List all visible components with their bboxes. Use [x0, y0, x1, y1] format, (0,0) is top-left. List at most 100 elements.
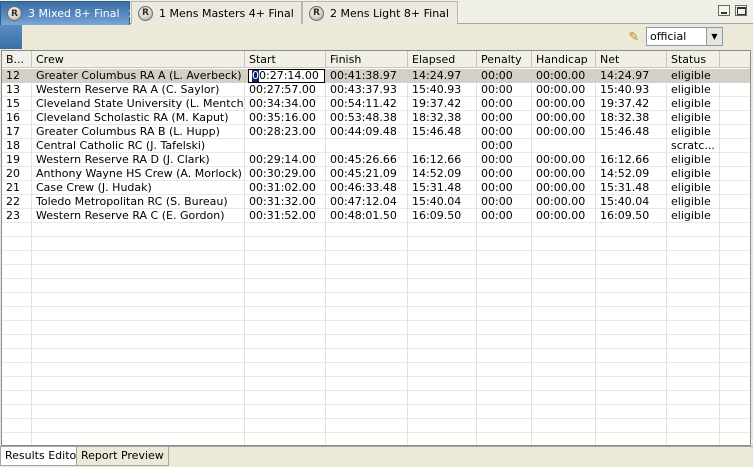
cell-bow[interactable]: 21 [2, 181, 32, 195]
cell-penalty[interactable]: 00:00 [477, 195, 532, 209]
cell-net[interactable]: 14:24.97 [596, 69, 667, 83]
cell-elapsed[interactable]: 16:09.50 [408, 209, 477, 223]
cell-bow[interactable]: 15 [2, 97, 32, 111]
cell-finish[interactable]: 00:47:12.04 [326, 195, 408, 209]
tab-results-editor[interactable]: Results Editor [0, 447, 86, 466]
cell-start[interactable]: 00:31:02.00 [245, 181, 326, 195]
cell-handicap[interactable]: 00:00.00 [532, 181, 596, 195]
column-header-finish[interactable]: Finish [326, 51, 408, 68]
table-row[interactable]: 20 Anthony Wayne HS Crew (A. Morlock) 00:3… [2, 167, 750, 181]
cell-net[interactable]: 19:37.42 [596, 97, 667, 111]
cell-elapsed[interactable]: 15:40.04 [408, 195, 477, 209]
cell-crew[interactable]: Greater Columbus RA A (L. Averbeck) [32, 69, 245, 83]
cell-status[interactable]: eligible [667, 209, 720, 223]
cell-start[interactable]: 00:29:14.00 [245, 153, 326, 167]
cell-crew[interactable]: Toledo Metropolitan RC (S. Bureau) [32, 195, 245, 209]
cell-elapsed[interactable]: 14:24.97 [408, 69, 477, 83]
cell-net[interactable]: 16:09.50 [596, 209, 667, 223]
cell-net[interactable]: 18:32.38 [596, 111, 667, 125]
cell-crew[interactable]: Cleveland Scholastic RA (M. Kaput) [32, 111, 245, 125]
filter-icon[interactable]: ✎ [626, 29, 642, 45]
tab-mens-light-8-final[interactable]: R 2 Mens Light 8+ Final [302, 1, 458, 24]
cell-start[interactable]: 00:31:52.00 [245, 209, 326, 223]
cell-net[interactable]: 15:40.04 [596, 195, 667, 209]
maximize-button[interactable] [735, 5, 747, 16]
cell-crew[interactable]: Western Reserve RA A (C. Saylor) [32, 83, 245, 97]
cell-finish[interactable]: 00:53:48.38 [326, 111, 408, 125]
cell-net[interactable]: 15:31.48 [596, 181, 667, 195]
table-row[interactable]: 13 Western Reserve RA A (C. Saylor) 00:27:… [2, 83, 750, 97]
cell-net[interactable]: 16:12.66 [596, 153, 667, 167]
cell-penalty[interactable]: 00:00 [477, 83, 532, 97]
table-row[interactable]: 15 Cleveland State University (L. Mentch)… [2, 97, 750, 111]
results-status-select[interactable]: official ▼ [646, 27, 723, 46]
cell-handicap[interactable]: 00:00.00 [532, 83, 596, 97]
cell-handicap[interactable] [532, 139, 596, 153]
column-header-crew[interactable]: Crew [32, 51, 245, 68]
cell-status[interactable]: eligible [667, 181, 720, 195]
cell-bow[interactable]: 16 [2, 111, 32, 125]
cell-start[interactable]: 00:28:23.00 [245, 125, 326, 139]
cell-bow[interactable]: 19 [2, 153, 32, 167]
cell-finish[interactable]: 00:48:01.50 [326, 209, 408, 223]
cell-penalty[interactable]: 00:00 [477, 111, 532, 125]
cell-finish[interactable]: 00:54:11.42 [326, 97, 408, 111]
cell-crew[interactable]: Cleveland State University (L. Mentch) [32, 97, 245, 111]
tab-report-preview[interactable]: Report Preview [76, 447, 169, 466]
cell-crew[interactable]: Western Reserve RA C (E. Gordon) [32, 209, 245, 223]
cell-start[interactable]: 00:31:32.00 [245, 195, 326, 209]
table-row[interactable]: 16 Cleveland Scholastic RA (M. Kaput) 00:3… [2, 111, 750, 125]
cell-status[interactable]: eligible [667, 153, 720, 167]
cell-status[interactable]: eligible [667, 111, 720, 125]
column-header-start[interactable]: Start [245, 51, 326, 68]
column-header-penalty[interactable]: Penalty [477, 51, 532, 68]
cell-penalty[interactable]: 00:00 [477, 167, 532, 181]
table-row[interactable]: 22 Toledo Metropolitan RC (S. Bureau) 00:3… [2, 195, 750, 209]
cell-elapsed[interactable]: 15:31.48 [408, 181, 477, 195]
table-row[interactable]: 17 Greater Columbus RA B (L. Hupp) 00:28:2… [2, 125, 750, 139]
cell-penalty[interactable]: 00:00 [477, 181, 532, 195]
table-row[interactable]: 12 Greater Columbus RA A (L. Averbeck) 00:… [2, 69, 750, 83]
cell-elapsed[interactable]: 19:37.42 [408, 97, 477, 111]
table-row[interactable]: 18 Central Catholic RC (J. Tafelski) 00:00… [2, 139, 750, 153]
cell-finish[interactable]: 00:43:37.93 [326, 83, 408, 97]
cell-crew[interactable]: Central Catholic RC (J. Tafelski) [32, 139, 245, 153]
cell-handicap[interactable]: 00:00.00 [532, 69, 596, 83]
cell-start[interactable]: 00:34:34.00 [245, 97, 326, 111]
cell-status[interactable]: eligible [667, 83, 720, 97]
tab-mixed-8-final[interactable]: R 3 Mixed 8+ Final ✕ [0, 1, 138, 25]
minimize-button[interactable] [718, 5, 730, 16]
cell-finish[interactable]: 00:46:33.48 [326, 181, 408, 195]
cell-status[interactable]: eligible [667, 69, 720, 83]
cell-crew[interactable]: Case Crew (J. Hudak) [32, 181, 245, 195]
cell-crew[interactable]: Western Reserve RA D (J. Clark) [32, 153, 245, 167]
cell-bow[interactable]: 20 [2, 167, 32, 181]
cell-bow[interactable]: 22 [2, 195, 32, 209]
cell-net[interactable]: 15:40.93 [596, 83, 667, 97]
cell-start[interactable]: 00:27:57.00 [245, 83, 326, 97]
cell-handicap[interactable]: 00:00.00 [532, 209, 596, 223]
cell-net[interactable]: 14:52.09 [596, 167, 667, 181]
cell-elapsed[interactable]: 15:46.48 [408, 125, 477, 139]
cell-penalty[interactable]: 00:00 [477, 97, 532, 111]
tab-mens-masters-4-final[interactable]: R 1 Mens Masters 4+ Final [131, 1, 302, 24]
cell-finish[interactable]: 00:45:26.66 [326, 153, 408, 167]
cell-handicap[interactable]: 00:00.00 [532, 125, 596, 139]
cell-status[interactable]: eligible [667, 167, 720, 181]
cell-start[interactable]: 00:30:29.00 [245, 167, 326, 181]
cell-net[interactable]: 15:46.48 [596, 125, 667, 139]
cell-elapsed[interactable]: 15:40.93 [408, 83, 477, 97]
chevron-down-icon[interactable]: ▼ [706, 28, 722, 45]
cell-elapsed[interactable]: 14:52.09 [408, 167, 477, 181]
cell-bow[interactable]: 17 [2, 125, 32, 139]
column-header-net[interactable]: Net [596, 51, 667, 68]
cell-penalty[interactable]: 00:00 [477, 139, 532, 153]
cell-status[interactable]: eligible [667, 97, 720, 111]
cell-crew[interactable]: Anthony Wayne HS Crew (A. Morlock) [32, 167, 245, 181]
cell-start[interactable]: 00:35:16.00 [245, 111, 326, 125]
cell-handicap[interactable]: 00:00.00 [532, 97, 596, 111]
cell-finish[interactable]: 00:45:21.09 [326, 167, 408, 181]
cell-finish[interactable]: 00:44:09.48 [326, 125, 408, 139]
cell-elapsed[interactable] [408, 139, 477, 153]
cell-crew[interactable]: Greater Columbus RA B (L. Hupp) [32, 125, 245, 139]
